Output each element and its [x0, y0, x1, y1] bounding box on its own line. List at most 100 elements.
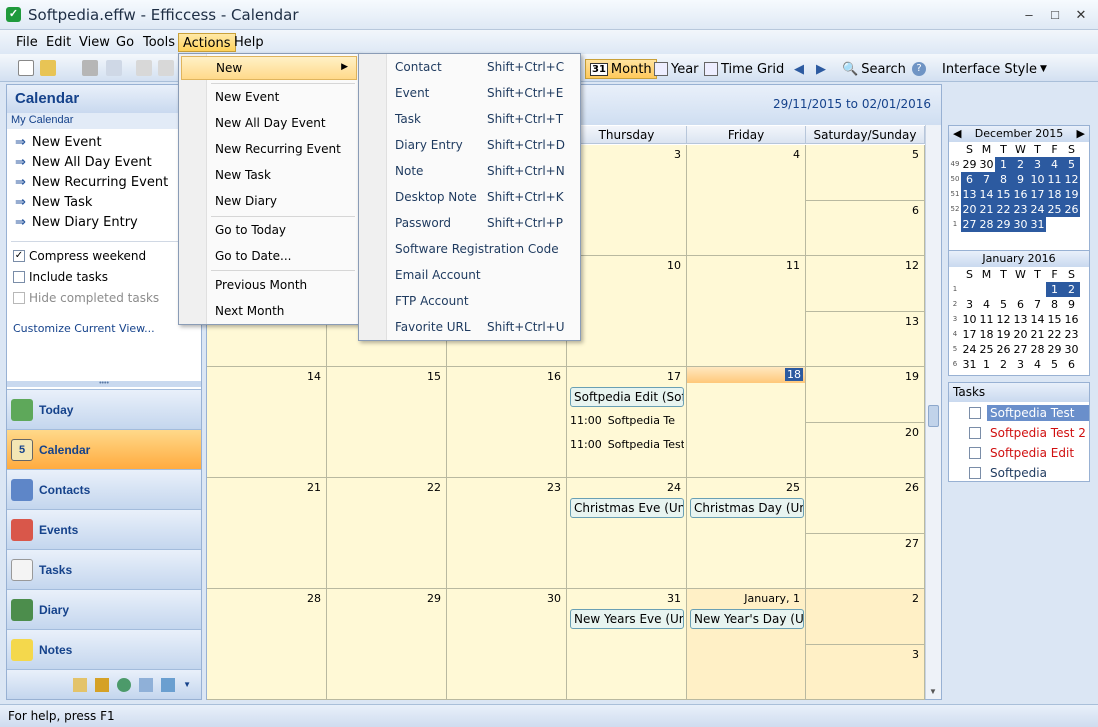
new-all-day-event-link[interactable]: ⇒ New All Day Event: [15, 155, 152, 170]
mini-day[interactable]: 2: [1063, 282, 1080, 297]
task-checkbox[interactable]: [969, 447, 981, 459]
mini-day[interactable]: 27: [1012, 342, 1029, 357]
submenu-item[interactable]: Task: [395, 112, 421, 126]
day-cell[interactable]: 10: [567, 256, 687, 367]
task-item[interactable]: Softpedia Edit: [949, 443, 1089, 463]
menu-item-new-event[interactable]: New Event: [215, 90, 279, 104]
mini-day[interactable]: 29: [1046, 342, 1063, 357]
mini-day[interactable]: 31: [1029, 217, 1046, 232]
menu-actions[interactable]: Actions: [178, 33, 236, 52]
task-item[interactable]: Softpedia Test 2: [949, 423, 1089, 443]
day-cell[interactable]: 25: [687, 478, 806, 589]
day-cell[interactable]: 3: [806, 644, 925, 700]
prev-month-arrow[interactable]: ◀: [953, 126, 961, 142]
menu-tools[interactable]: Tools: [139, 33, 179, 52]
mini-day[interactable]: 21: [978, 202, 995, 217]
mini-day[interactable]: 29: [961, 157, 978, 172]
hide-completed-tasks-checkbox[interactable]: Hide completed tasks: [13, 291, 159, 305]
key-icon[interactable]: [95, 677, 110, 692]
mini-day[interactable]: 30: [978, 157, 995, 172]
mini-day[interactable]: 23: [1012, 202, 1029, 217]
menu-item-new-recurring-event[interactable]: New Recurring Event: [215, 142, 341, 156]
nav-tasks[interactable]: Tasks: [7, 549, 201, 589]
mini-day[interactable]: 17: [961, 327, 978, 342]
mini-day[interactable]: [995, 282, 1012, 297]
splitter-handle[interactable]: ••••: [7, 380, 201, 387]
menu-edit[interactable]: Edit: [42, 33, 75, 52]
nav-diary[interactable]: Diary: [7, 589, 201, 629]
day-cell[interactable]: 30: [447, 589, 567, 700]
task-item[interactable]: Softpedia Test: [949, 403, 1089, 423]
mini-day[interactable]: 20: [1012, 327, 1029, 342]
menu-item-previous-month[interactable]: Previous Month: [215, 278, 307, 292]
submenu-item[interactable]: Event: [395, 86, 429, 100]
mini-day[interactable]: [1012, 282, 1029, 297]
mini-day[interactable]: 26: [1063, 202, 1080, 217]
mini-day[interactable]: 15: [1046, 312, 1063, 327]
day-cell[interactable]: 22: [327, 478, 447, 589]
calendar-event[interactable]: New Years Eve (Unitec: [570, 609, 684, 629]
calendar-event[interactable]: 11:00 Softpedia Test (S: [570, 438, 684, 451]
more-icon[interactable]: [161, 677, 176, 692]
task-checkbox[interactable]: [969, 407, 981, 419]
mini-day[interactable]: 2: [995, 357, 1012, 372]
menu-item-new-diary[interactable]: New Diary: [215, 194, 277, 208]
mini-day[interactable]: 25: [978, 342, 995, 357]
day-cell[interactable]: 20: [806, 422, 925, 478]
mini-day[interactable]: [1029, 282, 1046, 297]
new-diary-entry-link[interactable]: ⇒ New Diary Entry: [15, 215, 138, 230]
mini-day[interactable]: 27: [961, 217, 978, 232]
help-button[interactable]: ?: [908, 59, 930, 79]
mini-day[interactable]: 18: [1046, 187, 1063, 202]
menu-help[interactable]: Help: [230, 33, 268, 52]
menu-item-go-to-today[interactable]: Go to Today: [215, 223, 286, 237]
mini-day[interactable]: 22: [1046, 327, 1063, 342]
new-icon[interactable]: [18, 60, 34, 76]
timegrid-view-button[interactable]: Time Grid: [700, 59, 788, 79]
open-icon[interactable]: [40, 60, 56, 76]
customize-view-link[interactable]: Customize Current View...: [13, 322, 155, 335]
menu-item-new[interactable]: New ▶: [181, 56, 357, 80]
interface-style-button[interactable]: Interface Style ▼: [938, 59, 1051, 79]
mini-day[interactable]: 29: [995, 217, 1012, 232]
mini-day[interactable]: 8: [995, 172, 1012, 187]
menu-item-new-task[interactable]: New Task: [215, 168, 271, 182]
next-button[interactable]: ▶: [812, 59, 830, 79]
mini-day[interactable]: 19: [995, 327, 1012, 342]
mini-day[interactable]: 28: [1029, 342, 1046, 357]
scroll-down-arrow[interactable]: ▼: [929, 687, 937, 696]
mini-day[interactable]: 8: [1046, 297, 1063, 312]
mini-day[interactable]: 4: [1029, 357, 1046, 372]
day-cell[interactable]: 24: [567, 478, 687, 589]
mini-day[interactable]: 5: [1063, 157, 1080, 172]
mini-day[interactable]: 15: [995, 187, 1012, 202]
task-checkbox[interactable]: [969, 467, 981, 479]
submenu-item[interactable]: FTP Account: [395, 294, 469, 308]
task-item[interactable]: Softpedia: [949, 463, 1089, 483]
task-checkbox[interactable]: [969, 427, 981, 439]
new-recurring-event-link[interactable]: ⇒ New Recurring Event: [15, 175, 168, 190]
mini-day[interactable]: 1: [1046, 282, 1063, 297]
globe-icon[interactable]: [117, 677, 132, 692]
minimize-button[interactable]: –: [1018, 6, 1040, 24]
print-icon[interactable]: [82, 60, 98, 76]
mini-day[interactable]: 19: [1063, 187, 1080, 202]
day-cell[interactable]: 6: [806, 200, 925, 256]
menu-item-go-to-date[interactable]: Go to Date...: [215, 249, 291, 263]
mini-day[interactable]: 1: [978, 357, 995, 372]
calendar-event[interactable]: Christmas Eve (United: [570, 498, 684, 518]
day-cell[interactable]: 28: [207, 589, 327, 700]
mini-day[interactable]: 5: [1046, 357, 1063, 372]
nav-calendar[interactable]: 5 Calendar: [7, 429, 201, 469]
mini-day[interactable]: 18: [978, 327, 995, 342]
chevron-down-icon[interactable]: ▼: [183, 680, 191, 689]
mini-day[interactable]: [978, 282, 995, 297]
year-view-button[interactable]: Year: [650, 59, 703, 79]
new-task-link[interactable]: ⇒ New Task: [15, 195, 92, 210]
calendar-event[interactable]: Christmas Day (United: [690, 498, 804, 518]
calendar-event[interactable]: New Year's Day (Unite: [690, 609, 804, 629]
mini-day[interactable]: 2: [1012, 157, 1029, 172]
day-cell[interactable]: January, 1: [687, 589, 806, 700]
mini-day[interactable]: 21: [1029, 327, 1046, 342]
contacts-small-icon[interactable]: [73, 677, 88, 692]
